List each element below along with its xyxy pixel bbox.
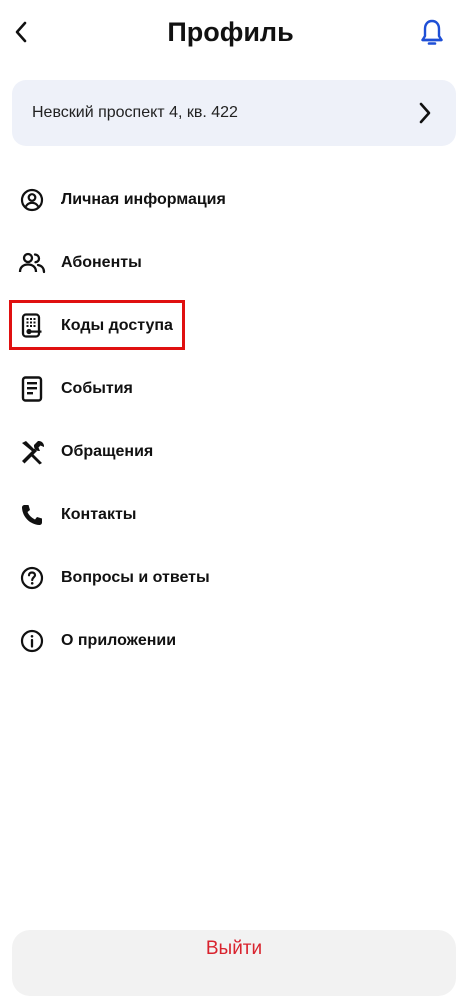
menu-item-label: Вопросы и ответы	[61, 568, 210, 586]
page-title: Профиль	[167, 17, 294, 47]
menu-item-about[interactable]: О приложении	[0, 609, 461, 672]
logout-button[interactable]: Выйти	[12, 930, 456, 996]
menu-item-label: Обращения	[61, 442, 154, 460]
question-icon	[18, 564, 46, 592]
users-icon	[18, 249, 46, 277]
chevron-right-icon	[414, 99, 436, 127]
profile-menu: Личная информация Абоненты Коды доступа …	[0, 168, 461, 672]
menu-item-label: О приложении	[61, 631, 177, 649]
address-selector[interactable]: Невский проспект 4, кв. 422	[12, 80, 456, 146]
menu-item-requests[interactable]: Обращения	[0, 420, 461, 483]
menu-item-label: Контакты	[61, 505, 137, 523]
header: Профиль	[0, 0, 461, 70]
menu-item-label: Личная информация	[61, 190, 226, 208]
tools-icon	[18, 438, 46, 466]
phone-icon	[18, 501, 46, 529]
selection-highlight	[9, 300, 185, 350]
notifications-button[interactable]	[417, 16, 447, 50]
logout-label: Выйти	[205, 938, 263, 959]
info-icon	[18, 627, 46, 655]
menu-item-personal-info[interactable]: Личная информация	[0, 168, 461, 231]
menu-item-faq[interactable]: Вопросы и ответы	[0, 546, 461, 609]
menu-item-contacts[interactable]: Контакты	[0, 483, 461, 546]
address-text: Невский проспект 4, кв. 422	[32, 104, 238, 121]
menu-item-subscribers[interactable]: Абоненты	[0, 231, 461, 294]
menu-item-label: Абоненты	[61, 253, 142, 271]
user-circle-icon	[18, 186, 46, 214]
document-icon	[18, 375, 46, 403]
bell-icon	[421, 19, 443, 45]
menu-item-label: События	[61, 379, 133, 397]
menu-item-events[interactable]: События	[0, 357, 461, 420]
